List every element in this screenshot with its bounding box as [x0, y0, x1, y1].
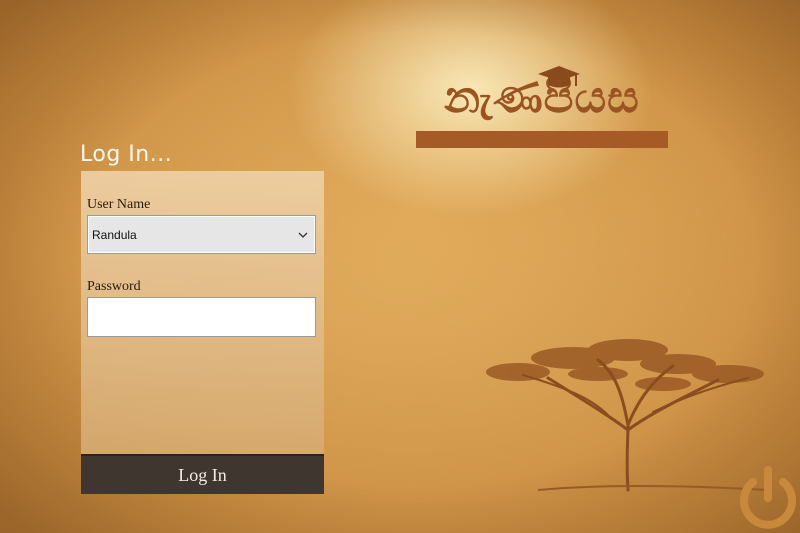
app-logo: නැණපියස [414, 62, 670, 152]
username-label: User Name [87, 197, 151, 212]
password-label: Password [87, 279, 141, 294]
login-title: Log In... [80, 142, 173, 167]
power-icon[interactable] [735, 460, 800, 533]
graduation-cap-icon [538, 66, 580, 88]
login-button[interactable]: Log In [81, 454, 324, 494]
chevron-down-icon [298, 232, 308, 238]
username-select[interactable]: Randula [87, 215, 316, 254]
acacia-tree-illustration [486, 339, 769, 492]
username-value: Randula [92, 227, 137, 242]
login-panel: User Name Randula Password [81, 171, 324, 456]
password-field[interactable] [87, 297, 316, 337]
logo-underline-bar [416, 131, 668, 148]
